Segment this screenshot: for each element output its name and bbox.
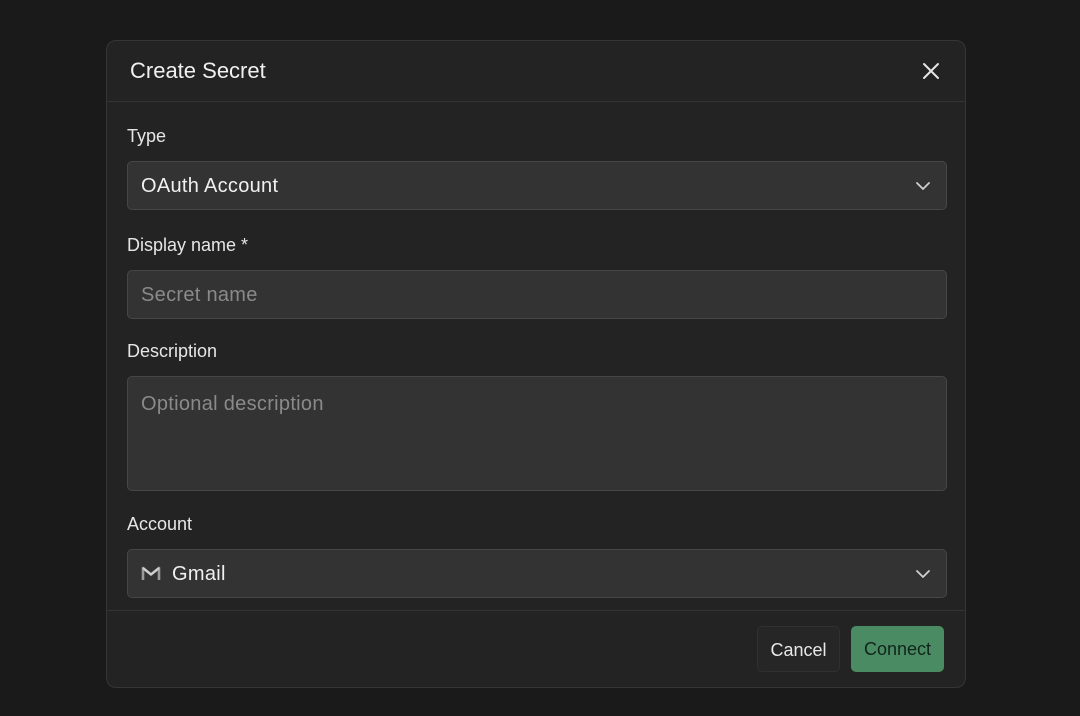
- description-textarea[interactable]: Optional description: [127, 376, 947, 491]
- display-name-placeholder: Secret name: [141, 284, 258, 306]
- description-label: Description: [127, 341, 218, 361]
- close-icon: [923, 63, 939, 79]
- display-name-input[interactable]: Secret name: [127, 270, 947, 319]
- dialog-footer: Cancel Connect: [107, 610, 965, 687]
- close-button[interactable]: [919, 59, 943, 83]
- account-label: Account: [127, 514, 193, 534]
- type-label: Type: [127, 126, 167, 146]
- account-select-value: Gmail: [172, 563, 226, 585]
- dialog-title: Create Secret: [130, 58, 266, 83]
- gmail-icon: [141, 566, 161, 580]
- connect-button[interactable]: Connect: [851, 626, 944, 672]
- type-select[interactable]: OAuth Account: [127, 161, 947, 210]
- chevron-down-icon: [916, 182, 930, 190]
- type-select-value: OAuth Account: [141, 175, 279, 197]
- create-secret-dialog: Create Secret Type OAuth Account Display…: [106, 40, 966, 688]
- display-name-label: Display name *: [127, 235, 249, 255]
- dialog-header: Create Secret: [107, 41, 965, 102]
- description-placeholder: Optional description: [141, 393, 324, 415]
- account-select[interactable]: Gmail: [127, 549, 947, 598]
- chevron-down-icon: [916, 570, 930, 578]
- cancel-button[interactable]: Cancel: [757, 626, 840, 672]
